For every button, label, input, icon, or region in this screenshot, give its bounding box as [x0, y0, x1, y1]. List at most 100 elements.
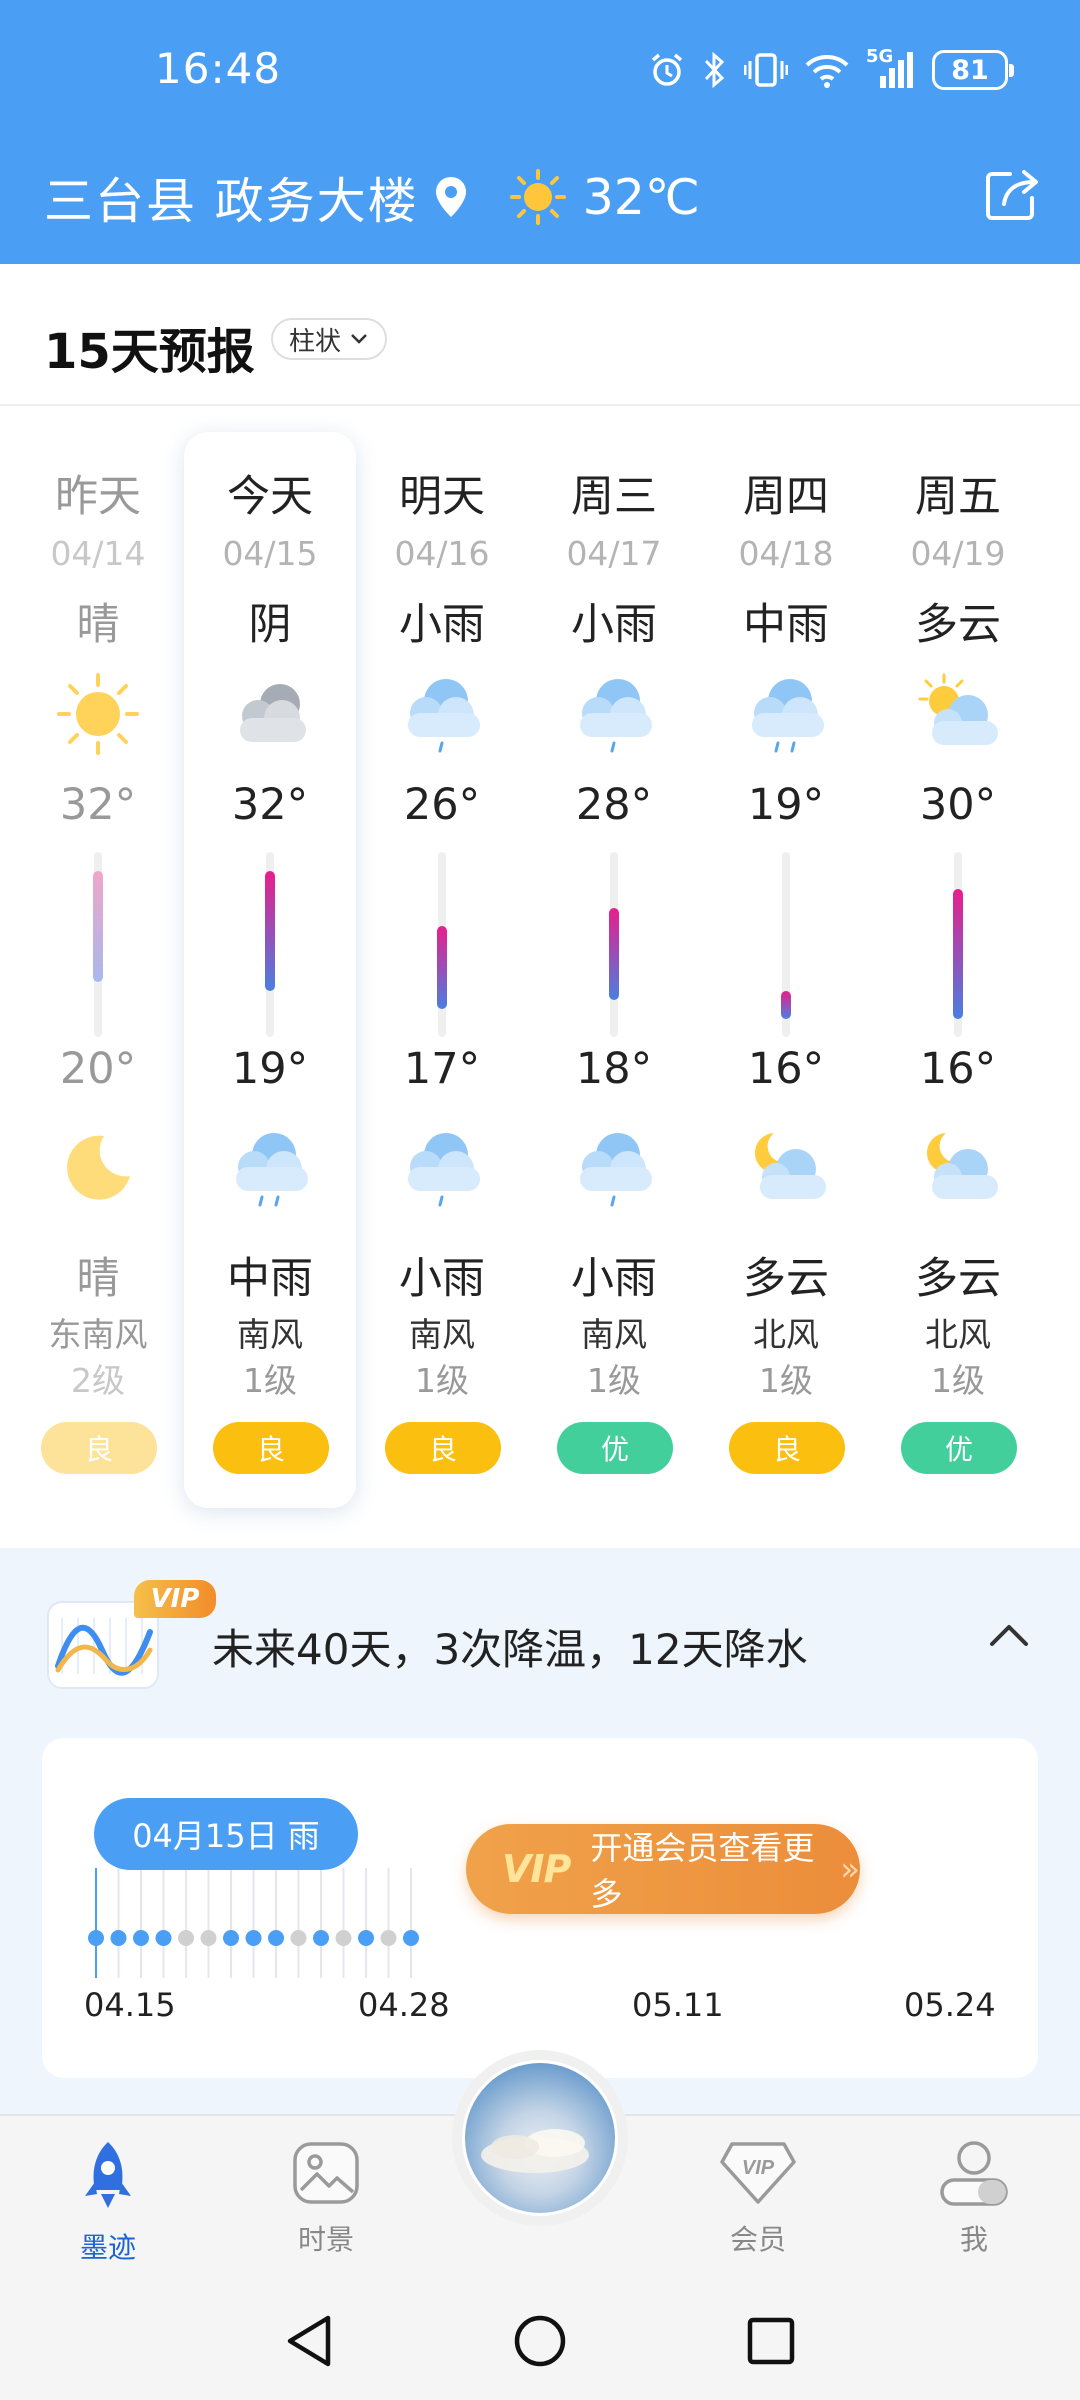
rain-day-dot — [313, 1930, 329, 1946]
status-icons: 5G 81 — [648, 46, 1014, 90]
aqi-badge: 优 — [557, 1422, 673, 1474]
rain-day-dot — [223, 1930, 239, 1946]
aqi-badge: 良 — [729, 1422, 845, 1474]
high-temperature: 32° — [59, 780, 137, 830]
temperature-bar-fill — [437, 926, 447, 1010]
status-time: 16:48 — [155, 44, 282, 93]
outlook-card[interactable]: 04月15日 雨 VIP 开通会员查看更多 » 04.15 04.28 05.1… — [42, 1738, 1038, 2078]
chart-mode-label: 柱状 — [289, 326, 342, 357]
day-date: 04/14 — [50, 534, 146, 573]
forecast-day-column[interactable]: 周五 04/19 多云 30° 16° 多云 北风 1级优 — [872, 432, 1044, 1508]
chevron-down-icon — [351, 334, 367, 344]
location-name[interactable]: 三台县 政务大楼 — [44, 162, 419, 233]
light-rain-icon — [528, 664, 700, 764]
timeline-ticks: 04.15 04.28 05.11 05.24 — [42, 1986, 1038, 2030]
temperature-range-bar — [12, 852, 184, 1037]
vip-upgrade-button[interactable]: VIP 开通会员查看更多 » — [466, 1824, 860, 1914]
forecast-day-column[interactable]: 昨天 04/14 晴 32° 20° 晴东南风 2级良 — [12, 432, 184, 1508]
nav-label: 墨迹 — [79, 2231, 136, 2264]
wind-level: 1级 — [415, 1361, 469, 1400]
tick-label: 04.28 — [358, 1986, 450, 2024]
back-icon[interactable] — [282, 2312, 336, 2374]
nav-item-moji[interactable]: 墨迹 — [28, 2138, 188, 2266]
wind-level: 1级 — [243, 1361, 297, 1400]
temperature-bar-fill — [953, 889, 963, 1019]
temperature-bar-fill — [93, 870, 103, 982]
rocket-icon — [85, 2142, 131, 2208]
night-condition: 多云 — [915, 1254, 1001, 1304]
temperature-bar-fill — [781, 990, 791, 1019]
temperature-bar-fill — [265, 870, 275, 991]
nav-item-vip[interactable]: VIP 会员 — [678, 2138, 838, 2258]
chevron-up-icon[interactable] — [988, 1620, 1030, 1648]
person-icon — [940, 2141, 1008, 2206]
day-date: 04/17 — [566, 534, 662, 573]
nav-item-scenes[interactable]: 时景 — [246, 2138, 406, 2258]
nav-label: 我 — [959, 2223, 988, 2256]
forecast-day-column[interactable]: 明天 04/16 小雨 26° 17° 小雨 南风 1级良 — [356, 432, 528, 1508]
day-name: 今天 — [227, 472, 313, 522]
day-date: 04/16 — [394, 534, 490, 573]
aqi-badge: 良 — [213, 1422, 329, 1474]
day-name: 周四 — [743, 472, 829, 522]
chart-mode-toggle[interactable]: 柱状 — [271, 318, 388, 360]
vip-button-label: 开通会员查看更多 — [590, 1829, 815, 1913]
day-date: 04/19 — [910, 534, 1006, 573]
forecast-title: 15天预报 — [44, 324, 255, 380]
alarm-icon — [651, 53, 683, 86]
night-condition: 小雨 — [399, 1254, 485, 1304]
overcast-cloud-icon — [184, 664, 356, 764]
forecast-day-column[interactable]: 周三 04/17 小雨 28° 18° 小雨 南风 1级优 — [528, 432, 700, 1508]
picture-icon — [293, 2142, 359, 2204]
low-temperature: 16° — [747, 1044, 825, 1094]
moderate-rain-icon — [184, 1118, 356, 1218]
low-temperature: 20° — [59, 1044, 137, 1094]
high-temperature: 32° — [231, 780, 309, 830]
nav-item-me[interactable]: 我 — [894, 2138, 1054, 2258]
rain-day-dot — [200, 1930, 217, 1946]
battery-indicator: 81 — [932, 50, 1014, 90]
forecast-day-column[interactable]: 今天 04/15 阴 32° 19° 中雨 南风 1级良 — [184, 432, 356, 1508]
day-condition: 阴 — [248, 600, 292, 650]
center-sky-button[interactable] — [462, 2060, 618, 2216]
day-date: 04/15 — [222, 534, 318, 573]
partly-cloudy-night-icon — [700, 1118, 872, 1218]
top-header: 16:48 5G 81 三台县 政务大楼 32℃ — [0, 0, 1080, 264]
sun-icon — [12, 664, 184, 764]
wind-direction: 北风 — [753, 1315, 819, 1354]
low-temperature: 17° — [403, 1044, 481, 1094]
trend-chart-icon[interactable]: VIP — [44, 1580, 216, 1692]
day-condition: 小雨 — [399, 600, 485, 650]
temperature-range-bar — [872, 852, 1044, 1037]
day-name: 明天 — [399, 472, 485, 522]
rain-day-dot — [290, 1930, 307, 1946]
rain-day-dot — [88, 1930, 104, 1946]
day-name: 周五 — [915, 472, 1001, 522]
temperature-range-bar — [184, 852, 356, 1037]
location-row[interactable]: 三台县 政务大楼 32℃ — [44, 162, 700, 232]
low-temperature: 19° — [231, 1044, 309, 1094]
wind-level: 2级 — [71, 1361, 125, 1400]
vibrate-icon — [744, 53, 788, 87]
rain-day-dot — [245, 1930, 262, 1946]
day-name: 昨天 — [55, 472, 141, 522]
low-temperature: 18° — [575, 1044, 653, 1094]
rain-day-dot — [358, 1930, 374, 1946]
bluetooth-icon — [704, 51, 725, 89]
forecast-day-column[interactable]: 周四 04/18 中雨 19° 16° 多云 北风 1级良 — [700, 432, 872, 1508]
forecast-header: 15天预报 柱状 — [0, 264, 1080, 406]
aqi-badge: 良 — [385, 1422, 501, 1474]
wind-level: 1级 — [587, 1361, 641, 1400]
rain-day-dot — [268, 1930, 284, 1946]
wind-level: 1级 — [931, 1361, 985, 1400]
temperature-range-bar — [356, 852, 528, 1037]
recents-icon[interactable] — [744, 2312, 798, 2374]
night-condition: 中雨 — [227, 1254, 313, 1304]
rain-day-dot — [155, 1930, 172, 1946]
home-icon[interactable] — [512, 2312, 568, 2374]
tick-label: 05.24 — [904, 1986, 996, 2024]
light-rain-icon — [356, 1118, 528, 1218]
share-icon[interactable] — [980, 164, 1042, 226]
moderate-rain-icon — [700, 664, 872, 764]
wind-direction: 东南风 — [48, 1315, 148, 1354]
